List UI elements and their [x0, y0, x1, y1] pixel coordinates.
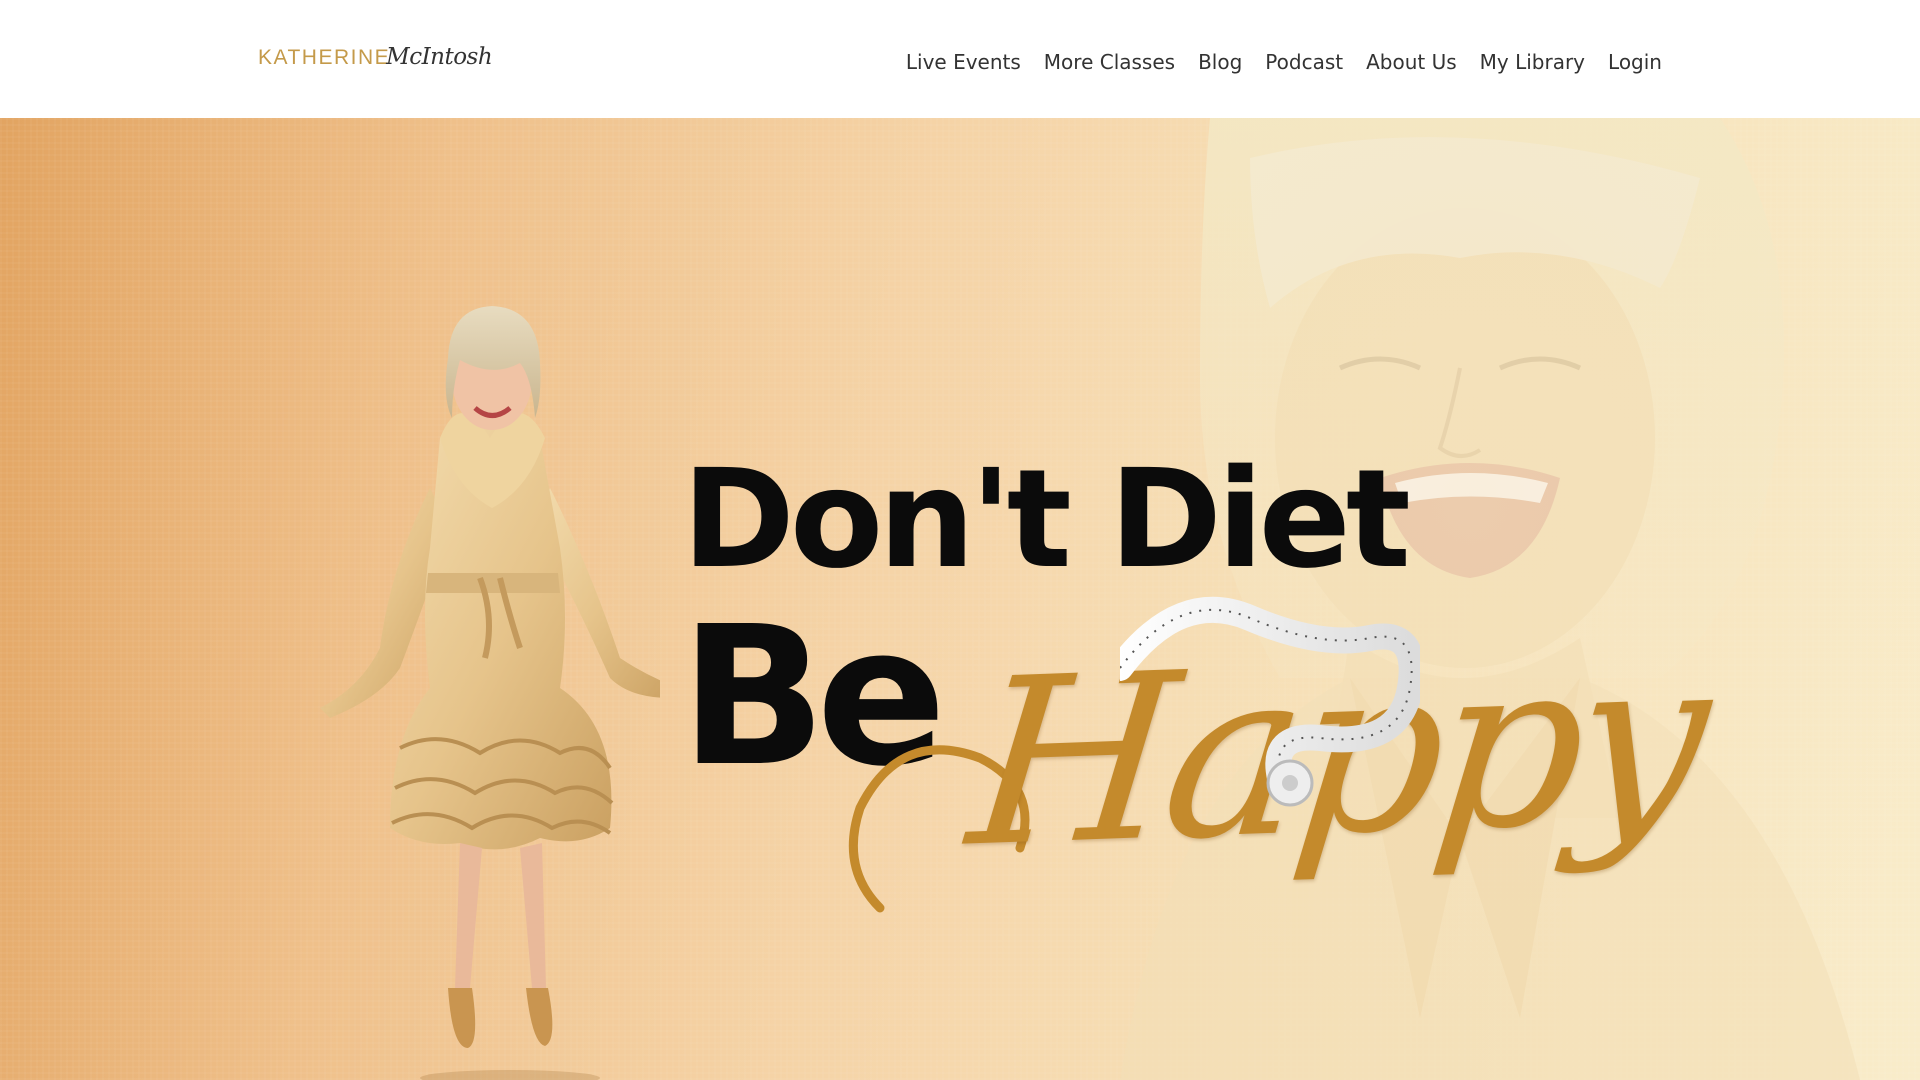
main-nav: Live Events More Classes Blog Podcast Ab… [883, 50, 1662, 74]
woman-figure-image [320, 306, 660, 1080]
tape-measure-icon [1120, 596, 1420, 807]
logo-first-name: KATHERINE [258, 46, 391, 69]
site-logo[interactable]: KATHERINE McIntosh [258, 44, 493, 84]
nav-about-us[interactable]: About Us [1366, 50, 1457, 74]
hero-banner: Don't Diet Be Happy [0, 118, 1920, 1080]
nav-more-classes[interactable]: More Classes [1044, 50, 1175, 74]
nav-login[interactable]: Login [1608, 50, 1662, 74]
nav-podcast[interactable]: Podcast [1265, 50, 1343, 74]
logo-last-name: McIntosh [386, 44, 493, 70]
nav-my-library[interactable]: My Library [1480, 50, 1585, 74]
nav-live-events[interactable]: Live Events [906, 50, 1021, 74]
nav-blog[interactable]: Blog [1198, 50, 1242, 74]
headline-dont-diet: Don't Diet [682, 441, 1411, 599]
site-header: KATHERINE McIntosh Live Events More Clas… [0, 0, 1920, 118]
